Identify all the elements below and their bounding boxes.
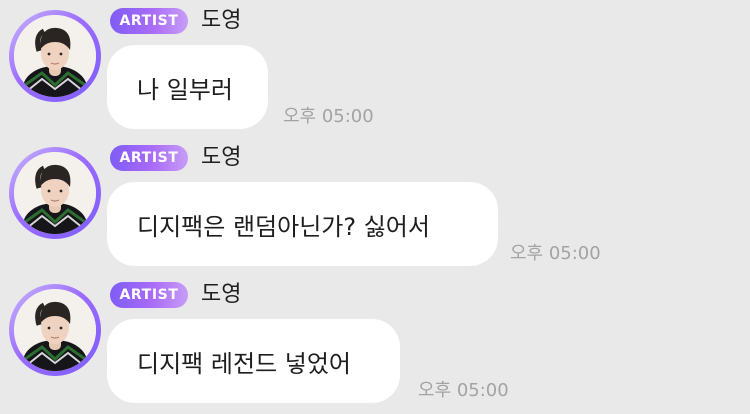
message-row: ARTIST 도영 나 일부러 오후 05:00 [0,8,750,138]
message-bubble[interactable]: 나 일부러 [107,45,268,129]
artist-badge: ARTIST [110,145,188,171]
avatar-photo [14,289,96,371]
message-bubble[interactable]: 디지팩은 랜덤아닌가? 싫어서 [107,182,498,266]
avatar-photo [14,15,96,97]
sender-name[interactable]: 도영 [201,278,241,312]
message-timestamp: 오후 05:00 [418,380,509,401]
artist-badge: ARTIST [110,282,188,308]
avatar-photo [14,152,96,234]
avatar[interactable] [9,284,101,376]
message-timestamp: 오후 05:00 [510,243,601,264]
message-timestamp: 오후 05:00 [283,106,374,127]
message-bubble[interactable]: 디지팩 레전드 넣었어 [107,319,400,403]
message-row: ARTIST 도영 디지팩은 랜덤아닌가? 싫어서 오후 05:00 [0,145,750,275]
avatar[interactable] [9,147,101,239]
artist-badge: ARTIST [110,8,188,34]
sender-name[interactable]: 도영 [201,4,241,38]
sender-name[interactable]: 도영 [201,141,241,175]
message-row: ARTIST 도영 디지팩 레전드 넣었어 오후 05:00 [0,282,750,412]
avatar[interactable] [9,10,101,102]
